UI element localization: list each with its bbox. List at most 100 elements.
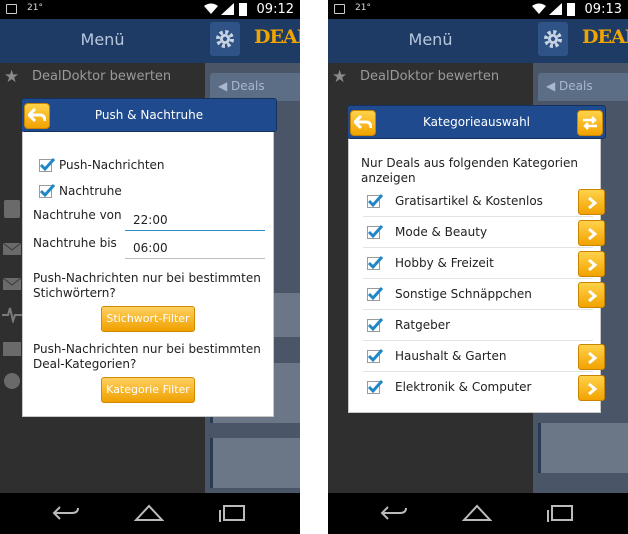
category-label: Gratisartikel & Kostenlos xyxy=(395,194,543,208)
recents-nav-icon[interactable] xyxy=(546,504,574,522)
category-row[interactable]: Haushalt & Garten xyxy=(363,342,605,372)
app-logo: DEAL xyxy=(582,26,628,48)
phone-screen-push-settings: 21° 09:12 Menü DEAL ★ DealDoktor bewerte… xyxy=(0,0,300,534)
settings-button[interactable] xyxy=(538,22,568,56)
checkmark-icon xyxy=(367,224,383,239)
checkbox-label: Push-Nachrichten xyxy=(59,158,165,172)
status-bar: 21° 09:13 xyxy=(328,0,628,19)
category-filter-button[interactable]: Kategorie Filter xyxy=(101,377,195,403)
night-from-label: Nachtruhe von xyxy=(33,208,122,222)
category-detail-button[interactable] xyxy=(578,251,605,277)
home-nav-icon[interactable] xyxy=(134,504,164,522)
dialog-title: Kategorieauswahl xyxy=(422,115,531,129)
side-menu-item-label: DealDoktor bewerten xyxy=(360,69,500,84)
category-checkbox[interactable] xyxy=(367,379,383,394)
temperature: 21° xyxy=(27,3,43,13)
category-detail-button[interactable] xyxy=(578,282,605,308)
toggle-all-button[interactable] xyxy=(577,110,603,136)
category-label: Hobby & Freizeit xyxy=(395,256,494,270)
wifi-icon xyxy=(532,3,546,14)
envelope-icon xyxy=(2,277,22,290)
category-row[interactable]: Hobby & Freizeit xyxy=(363,249,605,279)
side-menu-item-label: DealDoktor bewerten xyxy=(32,69,172,84)
checkmark-icon xyxy=(39,157,55,172)
settings-button[interactable] xyxy=(210,22,240,56)
facebook-icon xyxy=(4,200,20,218)
back-nav-icon[interactable] xyxy=(380,504,408,522)
image-notification-icon xyxy=(6,4,17,14)
home-nav-icon[interactable] xyxy=(462,504,492,522)
category-detail-button[interactable] xyxy=(578,375,605,401)
chevron-right-icon xyxy=(588,351,598,365)
deals-tab: ◀ Deals xyxy=(210,73,300,101)
checkmark-icon xyxy=(367,255,383,270)
checkbox-label: Nachtruhe xyxy=(59,184,122,198)
push-settings-dialog: Push & Nachtruhe Push-Nachrichten Nachtr… xyxy=(21,98,277,417)
menu-title: Menü xyxy=(408,30,453,49)
category-checkbox[interactable] xyxy=(367,317,383,332)
deal-card xyxy=(538,423,628,473)
deals-tab-label: Deals xyxy=(559,79,593,93)
checkbox-box[interactable] xyxy=(39,157,55,172)
checkmark-icon xyxy=(367,193,383,208)
phone-screen-category-selection: 21° 09:13 Menü DEAL ★ DealDoktor bewerte… xyxy=(328,0,628,534)
pulse-icon xyxy=(2,307,22,323)
deals-tab-label: Deals xyxy=(231,79,265,93)
battery-icon xyxy=(567,3,575,16)
recents-nav-icon[interactable] xyxy=(218,504,246,522)
keyword-filter-button[interactable]: Stichwort-Filter xyxy=(101,306,195,332)
app-header: Menü DEAL xyxy=(0,19,300,63)
system-nav-bar xyxy=(328,493,628,534)
category-row[interactable]: Sonstige Schnäppchen xyxy=(363,280,605,310)
signal-icon xyxy=(549,3,562,15)
dialog-title: Push & Nachtruhe xyxy=(94,108,204,122)
back-nav-icon[interactable] xyxy=(52,504,80,522)
star-icon: ★ xyxy=(332,67,348,87)
category-label: Ratgeber xyxy=(395,318,451,332)
chevron-right-icon xyxy=(588,289,598,303)
category-checkbox[interactable] xyxy=(367,286,383,301)
chevron-right-icon xyxy=(588,258,598,272)
chevron-right-icon xyxy=(588,196,598,210)
category-detail-button[interactable] xyxy=(578,189,605,215)
night-to-input[interactable] xyxy=(125,237,265,259)
app-logo: DEAL xyxy=(254,26,300,48)
deals-tab: ◀ Deals xyxy=(538,73,628,101)
category-detail-button[interactable] xyxy=(578,344,605,370)
dialog-header: Kategorieauswahl xyxy=(347,105,606,139)
category-checkbox[interactable] xyxy=(367,255,383,270)
globe-icon xyxy=(4,373,20,389)
night-from-input[interactable] xyxy=(125,209,265,231)
category-row[interactable]: Ratgeber xyxy=(363,311,593,341)
clock: 09:12 xyxy=(256,2,294,17)
category-intro-text: Nur Deals aus folgenden Kategorien anzei… xyxy=(361,156,578,185)
checkmark-icon xyxy=(367,379,383,394)
chevron-right-icon xyxy=(588,382,598,396)
signal-icon xyxy=(221,3,234,15)
checkmark-icon xyxy=(39,183,55,198)
category-row[interactable]: Gratisartikel & Kostenlos xyxy=(363,187,605,217)
star-icon: ★ xyxy=(4,67,20,87)
clock: 09:13 xyxy=(584,2,622,17)
side-menu-item-rate[interactable]: ★ DealDoktor bewerten xyxy=(0,63,205,91)
checkmark-icon xyxy=(367,286,383,301)
app-header: Menü DEAL xyxy=(328,19,628,63)
side-menu-item-rate[interactable]: ★ DealDoktor bewerten xyxy=(328,63,533,91)
category-checkbox[interactable] xyxy=(367,193,383,208)
gear-icon xyxy=(544,30,562,48)
id-card-icon xyxy=(3,342,21,356)
deal-card xyxy=(210,438,300,488)
category-row[interactable]: Elektronik & Computer xyxy=(363,373,605,403)
category-detail-button[interactable] xyxy=(578,220,605,246)
category-selection-dialog: Kategorieauswahl Nur Deals aus folgenden… xyxy=(347,105,606,413)
gear-icon xyxy=(216,30,234,48)
keyword-filter-text: Push-Nachrichten nur bei bestimmten Stic… xyxy=(33,271,261,300)
category-checkbox[interactable] xyxy=(367,224,383,239)
wifi-icon xyxy=(204,3,218,14)
battery-icon xyxy=(239,3,247,16)
checkmark-icon xyxy=(367,348,383,363)
category-row[interactable]: Mode & Beauty xyxy=(363,218,605,248)
checkbox-box[interactable] xyxy=(39,183,55,198)
status-bar: 21° 09:12 xyxy=(0,0,300,19)
category-checkbox[interactable] xyxy=(367,348,383,363)
